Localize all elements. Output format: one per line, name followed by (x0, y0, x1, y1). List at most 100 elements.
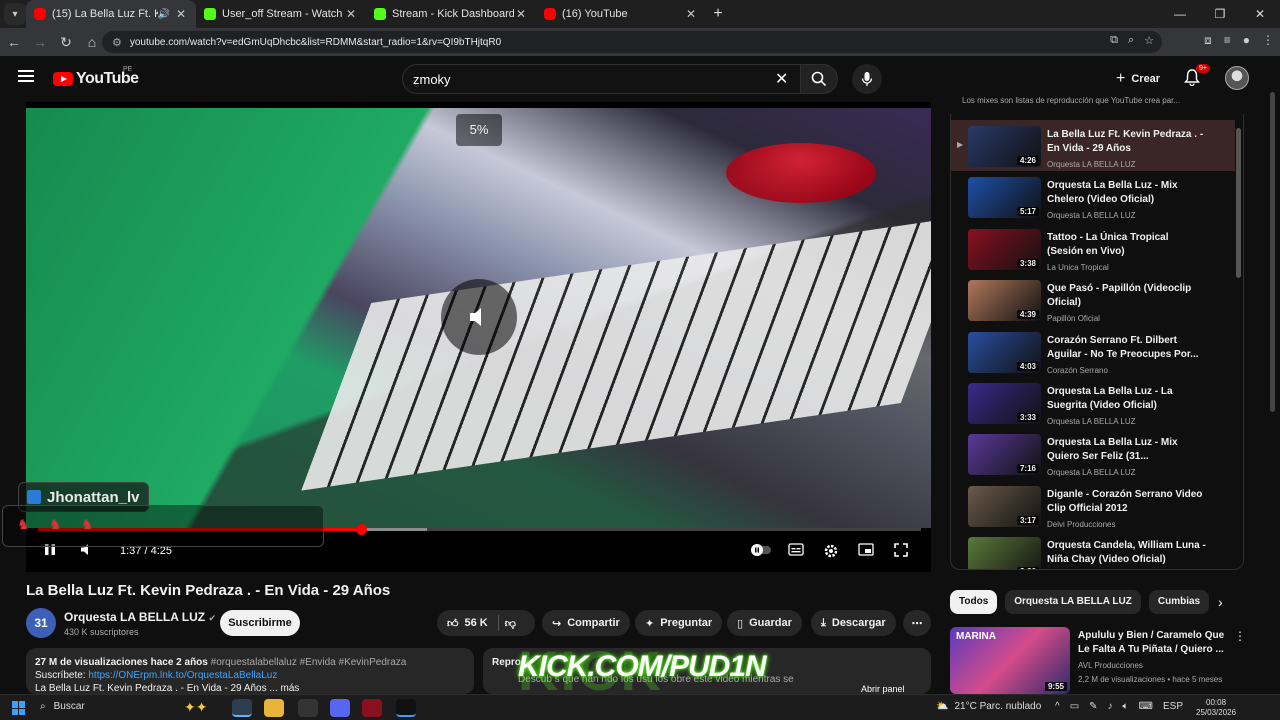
tab-audio-icon[interactable]: 🔊 (158, 9, 170, 20)
scrubber-handle[interactable] (356, 524, 368, 535)
playlist-item[interactable]: 4:39 Que Pasó - Papillón (Videoclip Ofici… (951, 274, 1235, 325)
channel-avatar[interactable]: 31 (26, 608, 56, 638)
weather-widget[interactable]: ⛅ 21°C Parc. nublado (936, 701, 1041, 712)
playlist-scrollbar[interactable] (1236, 128, 1241, 278)
chevron-right-icon[interactable]: › (1218, 594, 1223, 610)
tab-close-icon[interactable]: ✕ (514, 7, 528, 21)
terminal-app-icon[interactable] (396, 699, 416, 717)
keyboard-icon[interactable]: ⌨ (1139, 701, 1153, 712)
minimize-icon[interactable]: — (1160, 0, 1200, 28)
taskbar-clock[interactable]: 00:08 25/03/2026 (1196, 698, 1236, 718)
page-scrollbar[interactable] (1270, 84, 1275, 684)
playlist-thumbnail[interactable]: 5:17 (968, 177, 1041, 219)
channel-name[interactable]: Orquesta LA BELLA LUZ ✔ (64, 610, 216, 624)
settings-button[interactable] (823, 543, 839, 562)
browser-tab-3[interactable]: Stream - Kick Dashboard ✕ (366, 0, 536, 28)
app-icon[interactable] (362, 699, 382, 717)
playlist-thumbnail[interactable]: 3:38 (968, 228, 1041, 270)
description-box[interactable]: 27 M de visualizaciones hace 2 años #orq… (26, 648, 474, 694)
search-input[interactable]: zmoky (402, 64, 800, 94)
playlist-item[interactable]: 3:33 Orquesta La Bella Luz - La Suegrita … (951, 377, 1235, 428)
subscribe-button[interactable]: Suscribirme (220, 610, 300, 636)
like-button[interactable]: 👍︎ 56 K (447, 617, 488, 630)
dislike-button[interactable]: 👎︎ (505, 617, 516, 630)
more-actions-button[interactable]: ⋯ (903, 610, 931, 636)
download-button[interactable]: ⤓ Descargar (811, 610, 896, 636)
chip-todos[interactable]: Todos (950, 590, 998, 614)
pen-icon[interactable]: ✎ (1089, 701, 1097, 712)
youtube-logo[interactable]: YouTube PE (53, 66, 139, 88)
file-explorer-icon[interactable] (264, 699, 284, 717)
playlist-thumbnail[interactable]: 3:17 (968, 485, 1041, 527)
video-player[interactable]: 5% 1:37 / 4:25 (26, 102, 931, 572)
playlist-item[interactable]: 4:03 Corazón Serrano Ft. Dilbert Aguilar … (951, 326, 1235, 377)
account-avatar[interactable] (1225, 66, 1249, 90)
chip-cumbias[interactable]: Cumbias (1148, 590, 1210, 614)
fullscreen-button[interactable] (894, 543, 908, 560)
playlist-item[interactable]: 3:17 Diganle - Corazón Serrano Video Clip… (951, 480, 1235, 531)
tab-close-icon[interactable]: ✕ (684, 7, 698, 21)
network-icon[interactable]: ▭ (1070, 701, 1079, 712)
discord-app-icon[interactable] (330, 699, 350, 717)
forward-icon[interactable]: → (28, 34, 52, 50)
extensions-icon[interactable]: ⧈ (1204, 33, 1212, 48)
bookmark-star-icon[interactable]: ☆ (1144, 34, 1154, 47)
back-icon[interactable]: ← (2, 34, 26, 50)
site-info-icon[interactable]: ⚙ (112, 36, 122, 49)
open-panel-button[interactable]: Abrir panel (861, 684, 905, 694)
recommendation-thumbnail[interactable]: MARINA 9:55 (950, 627, 1070, 694)
tab-search-button[interactable]: ▾ (4, 3, 26, 25)
recommendation-item[interactable]: MARINA 9:55 Apululu y Bien / Caramelo Qu… (950, 627, 1246, 695)
obs-app-icon[interactable] (298, 699, 318, 717)
zoom-icon[interactable]: ⌕ (1128, 34, 1134, 47)
playlist-item[interactable]: 7:16 Orquesta La Bella Luz - Mix Quiero S… (951, 428, 1235, 479)
playlist-thumbnail[interactable]: 3:26 (968, 537, 1041, 569)
chevron-up-icon[interactable]: ^ (1055, 701, 1060, 712)
playlist-item[interactable]: 3:38 Tattoo - La Única Tropical (Sesión e… (951, 223, 1235, 274)
profile-icon[interactable]: ● (1243, 33, 1250, 48)
search-button[interactable] (800, 64, 838, 94)
playlist-item[interactable]: 3:26 Orquesta Candela, William Luna - Niñ… (951, 531, 1235, 569)
close-window-icon[interactable]: ✕ (1240, 0, 1280, 28)
browser-tab-2[interactable]: User_off Stream - Watch Live o ✕ (196, 0, 366, 28)
miniplayer-button[interactable] (858, 543, 874, 559)
save-button[interactable]: ▯ Guardar (727, 610, 802, 636)
more-vert-icon[interactable]: ⋮ (1234, 629, 1246, 643)
tab-close-icon[interactable]: ✕ (174, 7, 188, 21)
reload-icon[interactable]: ↻ (54, 34, 78, 51)
browser-tab-4[interactable]: (16) YouTube ✕ (536, 0, 706, 28)
taskbar-search[interactable]: ⌕ Buscar (40, 701, 85, 712)
chip-channel[interactable]: Orquesta LA BELLA LUZ (1005, 590, 1141, 614)
home-icon[interactable]: ⌂ (80, 34, 104, 50)
playlist-thumbnail[interactable]: 4:39 (968, 280, 1041, 322)
browser-tab-1[interactable]: (15) La Bella Luz Ft. Kevin Pe 🔊 ✕ (26, 0, 196, 28)
language-indicator[interactable]: ESP (1163, 701, 1183, 712)
description-link[interactable]: https://ONErpm.lnk.to/OrquestaLaBellaLuz (88, 670, 277, 681)
ask-button[interactable]: ✦ Preguntar (635, 610, 723, 636)
description-tags[interactable]: #orquestalabellaluz #Envida #KevinPedraz… (211, 657, 407, 668)
install-icon[interactable]: ⧉ (1110, 34, 1118, 47)
hamburger-menu-icon[interactable] (18, 70, 34, 82)
speaker-tray-icon[interactable]: 🔈︎ (1123, 701, 1129, 712)
playlist-item[interactable]: 5:17 Orquesta La Bella Luz - Mix Chelero … (951, 171, 1235, 222)
autoplay-toggle[interactable] (750, 543, 772, 560)
notifications-button[interactable]: 9+ (1184, 64, 1210, 91)
restore-icon[interactable]: ❐ (1200, 0, 1240, 28)
address-bar[interactable]: ⚙ youtube.com/watch?v=edGmUqDhcbc&list=R… (102, 31, 1162, 53)
browser-menu-icon[interactable]: ⋮ (1262, 33, 1274, 48)
media-control-icon[interactable]: ≡ (1224, 33, 1231, 48)
new-tab-button[interactable]: + (706, 5, 730, 23)
windows-start-icon[interactable] (12, 701, 26, 715)
playlist-thumbnail[interactable]: 3:33 (968, 383, 1041, 424)
chrome-app-icon[interactable] (232, 699, 252, 717)
voice-search-button[interactable] (852, 64, 882, 94)
subtitles-button[interactable] (788, 543, 804, 559)
create-button[interactable]: + Crear (1108, 66, 1168, 92)
microphone-tray-icon[interactable]: ♪ (1108, 701, 1113, 712)
playlist-item[interactable]: ▶ 4:26 La Bella Luz Ft. Kevin Pedraza . - … (951, 120, 1235, 171)
tab-close-icon[interactable]: ✕ (344, 7, 358, 21)
playlist-thumbnail[interactable]: 4:03 (968, 331, 1041, 373)
playlist-thumbnail[interactable]: 7:16 (968, 434, 1041, 476)
clear-search-icon[interactable]: ✕ (775, 69, 788, 89)
copilot-sparkle-icon[interactable]: ✦✦ (184, 699, 207, 717)
